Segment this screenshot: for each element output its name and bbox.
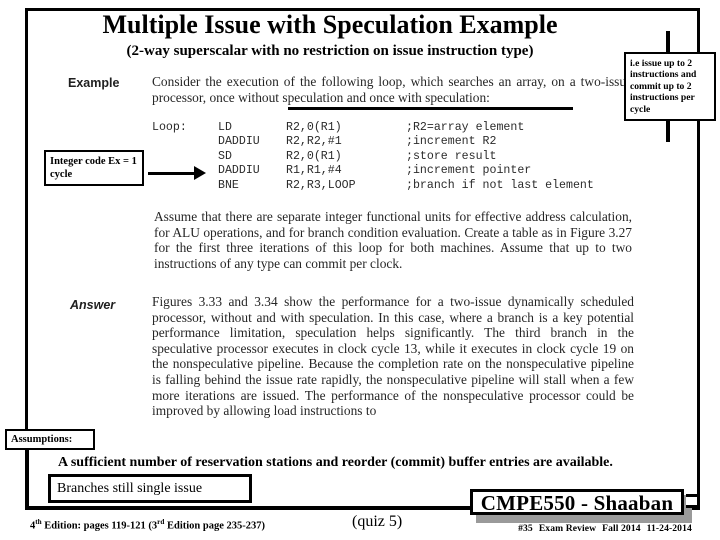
code-line: DADDIU R1,R1,#4 ;increment pointer [152, 164, 594, 178]
page-title: Multiple Issue with Speculation Example [102, 10, 558, 39]
course-banner: CMPE550 - Shaaban [470, 489, 700, 523]
code-listing: Loop: LD R2,0(R1) ;R2=array element DADDIU R2… [152, 121, 594, 193]
page-subtitle: (2-way superscalar with no restriction o… [126, 43, 534, 59]
slide-canvas: Multiple Issue with Speculation Example … [0, 0, 720, 540]
code-line: DADDIU R2,R2,#1 ;increment R2 [152, 135, 594, 149]
edition-suffix: Edition page 235-237) [164, 520, 265, 532]
slide-number: #35 [518, 523, 533, 534]
quiz-label: (quiz 5) [352, 513, 403, 530]
term-label: Fall 2014 [602, 523, 641, 534]
code-comment: ;increment pointer [406, 164, 532, 178]
date-label: 11-24-2014 [646, 523, 692, 534]
integer-code-text: Integer code Ex = 1 cycle [50, 156, 137, 180]
assumptions-label-callout: Assumptions: [5, 429, 95, 450]
integer-code-arrow-shaft [148, 172, 196, 175]
arrow-right-icon [194, 166, 206, 180]
code-comment: ;store result [406, 149, 497, 163]
sufficient-resources-note: A sufficient number of reservation stati… [58, 455, 613, 470]
course-part: Exam Review [538, 523, 597, 534]
branches-single-issue-callout: Branches still single issue [48, 474, 252, 503]
edition-middle: Edition: pages 119-121 (3 [41, 520, 158, 532]
code-line: BNE R2,R3,LOOP ;branch if not last element [152, 179, 594, 193]
code-opcode: DADDIU [218, 135, 260, 149]
code-opcode: DADDIU [218, 164, 260, 178]
code-comment: ;increment R2 [406, 135, 497, 149]
example-label: Example [68, 76, 120, 90]
code-operands: R2,R3,LOOP [286, 178, 356, 192]
code-opcode: LD [218, 121, 232, 134]
code-operands: R1,R1,#4 [286, 164, 342, 178]
code-line: Loop: LD R2,0(R1) ;R2=array element [152, 121, 594, 135]
code-operands: R2,0(R1) [286, 121, 342, 134]
answer-label: Answer [70, 298, 116, 312]
banner-title: CMPE550 - Shaaban [470, 489, 684, 515]
issue-note-callout: i.e issue up to 2 instructions and commi… [624, 52, 716, 122]
answer-paragraph: Figures 3.33 and 3.34 show the performan… [152, 294, 634, 419]
code-operands: R2,R2,#1 [286, 135, 342, 149]
emphasis-underline [288, 107, 573, 110]
textbook-scan-region: Example Consider the execution of the fo… [34, 66, 634, 428]
assume-paragraph: Assume that there are separate integer f… [154, 209, 632, 271]
edition-reference: 4th Edition: pages 119-121 (3rd Edition … [30, 516, 265, 533]
code-comment: ;branch if not last element [406, 178, 594, 192]
example-paragraph: Consider the execution of the following … [152, 74, 632, 105]
code-line: SD R2,0(R1) ;store result [152, 150, 594, 164]
code-label: Loop: [152, 121, 187, 134]
code-opcode: SD [218, 149, 232, 163]
code-opcode: BNE [218, 178, 239, 192]
banner-metadata: #35 Exam Review Fall 2014 11-24-2014 [492, 523, 718, 535]
issue-note-connector-top [666, 31, 670, 53]
code-operands: R2,0(R1) [286, 149, 342, 163]
banner-tab-decoration [686, 494, 700, 508]
code-comment: ;R2=array element [406, 121, 525, 134]
issue-note-connector-bottom [666, 118, 670, 142]
assumptions-connector-line [25, 444, 29, 510]
integer-code-callout: Integer code Ex = 1 cycle [44, 150, 144, 186]
